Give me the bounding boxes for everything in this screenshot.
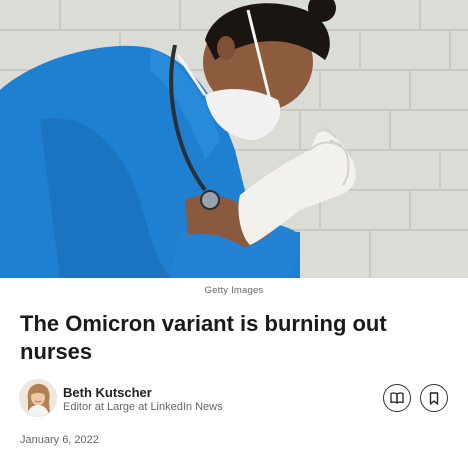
author-role: Editor at Large at LinkedIn News xyxy=(63,401,223,413)
image-caption: Getty Images xyxy=(204,285,264,296)
read-article-button[interactable] xyxy=(383,384,411,412)
publish-date: January 6, 2022 xyxy=(20,434,99,446)
bookmark-icon xyxy=(429,391,439,405)
nurse-photo xyxy=(0,0,468,278)
save-article-button[interactable] xyxy=(420,384,448,412)
author-row: Beth Kutscher Editor at Large at LinkedI… xyxy=(20,380,448,418)
author-name[interactable]: Beth Kutscher xyxy=(63,385,152,400)
hero-image xyxy=(0,0,468,278)
avatar-portrait xyxy=(20,380,56,416)
open-book-icon xyxy=(390,392,404,404)
article-title: The Omicron variant is burning out nurse… xyxy=(20,311,387,364)
author-avatar[interactable] xyxy=(20,380,56,416)
